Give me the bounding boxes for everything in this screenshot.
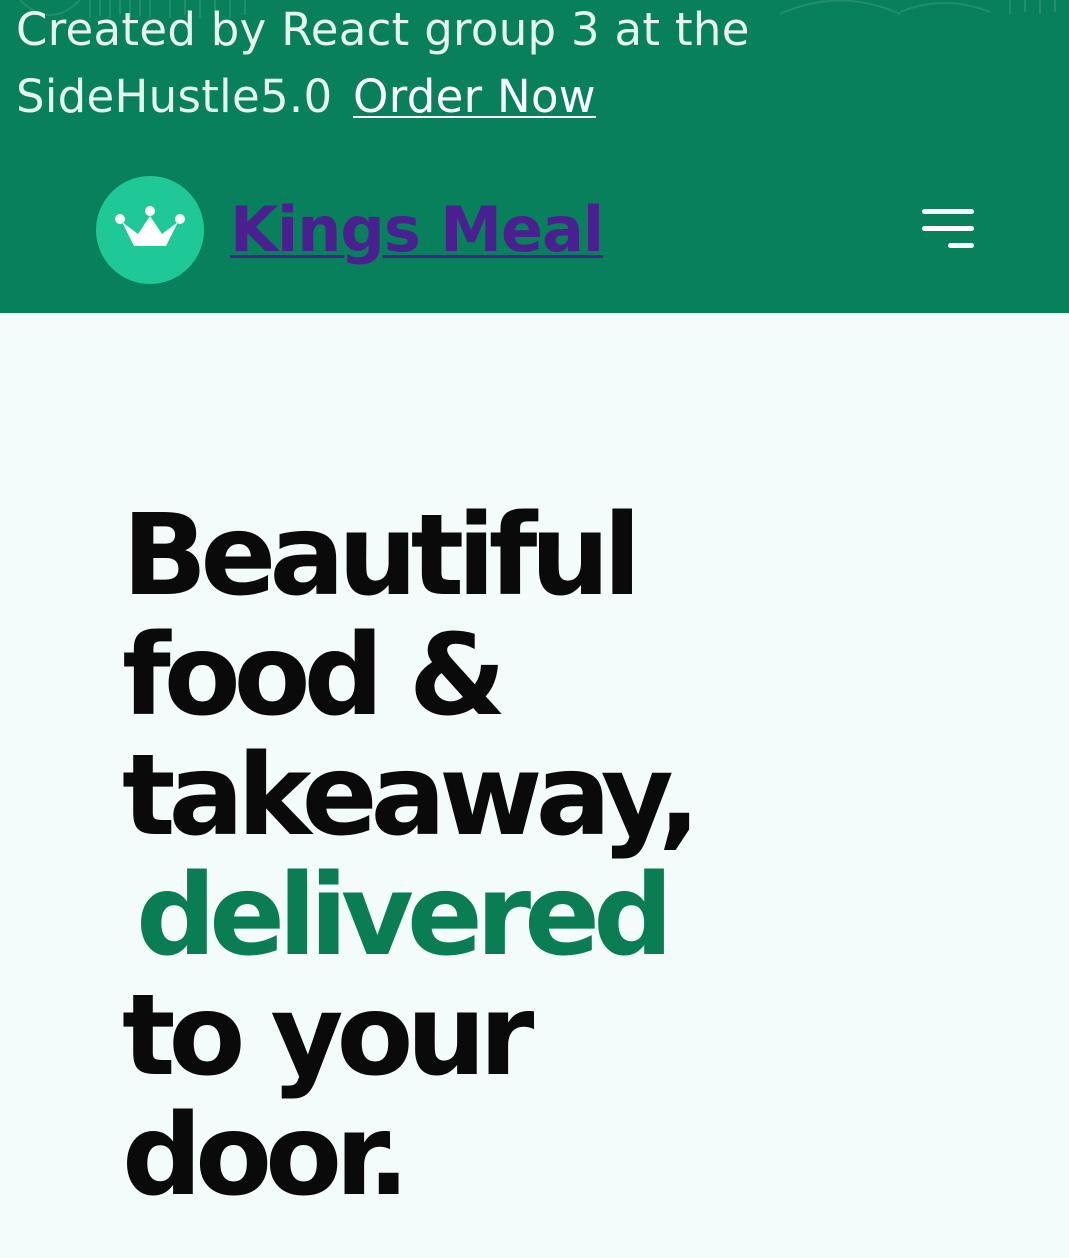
menu-line	[948, 243, 974, 248]
headline-line: to your	[122, 971, 534, 1101]
hero-section: Beautiful food & takeaway, delivered to …	[122, 496, 922, 1216]
headline-line: food &	[122, 611, 506, 741]
announcement-text-line1: Created by React group 3 at the	[16, 3, 750, 56]
announcement-banner: Created by React group 3 at the SideHust…	[16, 0, 1016, 130]
hero-headline: Beautiful food & takeaway, delivered to …	[122, 496, 922, 1216]
headline-accent-word: delivered	[136, 851, 673, 981]
hamburger-menu-icon[interactable]	[916, 203, 980, 257]
top-header: Created by React group 3 at the SideHust…	[0, 0, 1069, 313]
headline-line: Beautiful	[122, 491, 641, 621]
headline-line: takeaway,	[122, 731, 701, 861]
order-now-link[interactable]: Order Now	[353, 70, 596, 123]
crown-icon	[115, 206, 185, 253]
brand-name: Kings Meal	[230, 193, 604, 266]
logo	[96, 176, 204, 284]
menu-line	[922, 209, 974, 214]
announcement-text-line2: SideHustle5.0	[16, 70, 333, 123]
headline-line: door.	[122, 1091, 410, 1221]
menu-line	[922, 226, 974, 231]
brand-home-link[interactable]: Kings Meal	[96, 176, 604, 284]
